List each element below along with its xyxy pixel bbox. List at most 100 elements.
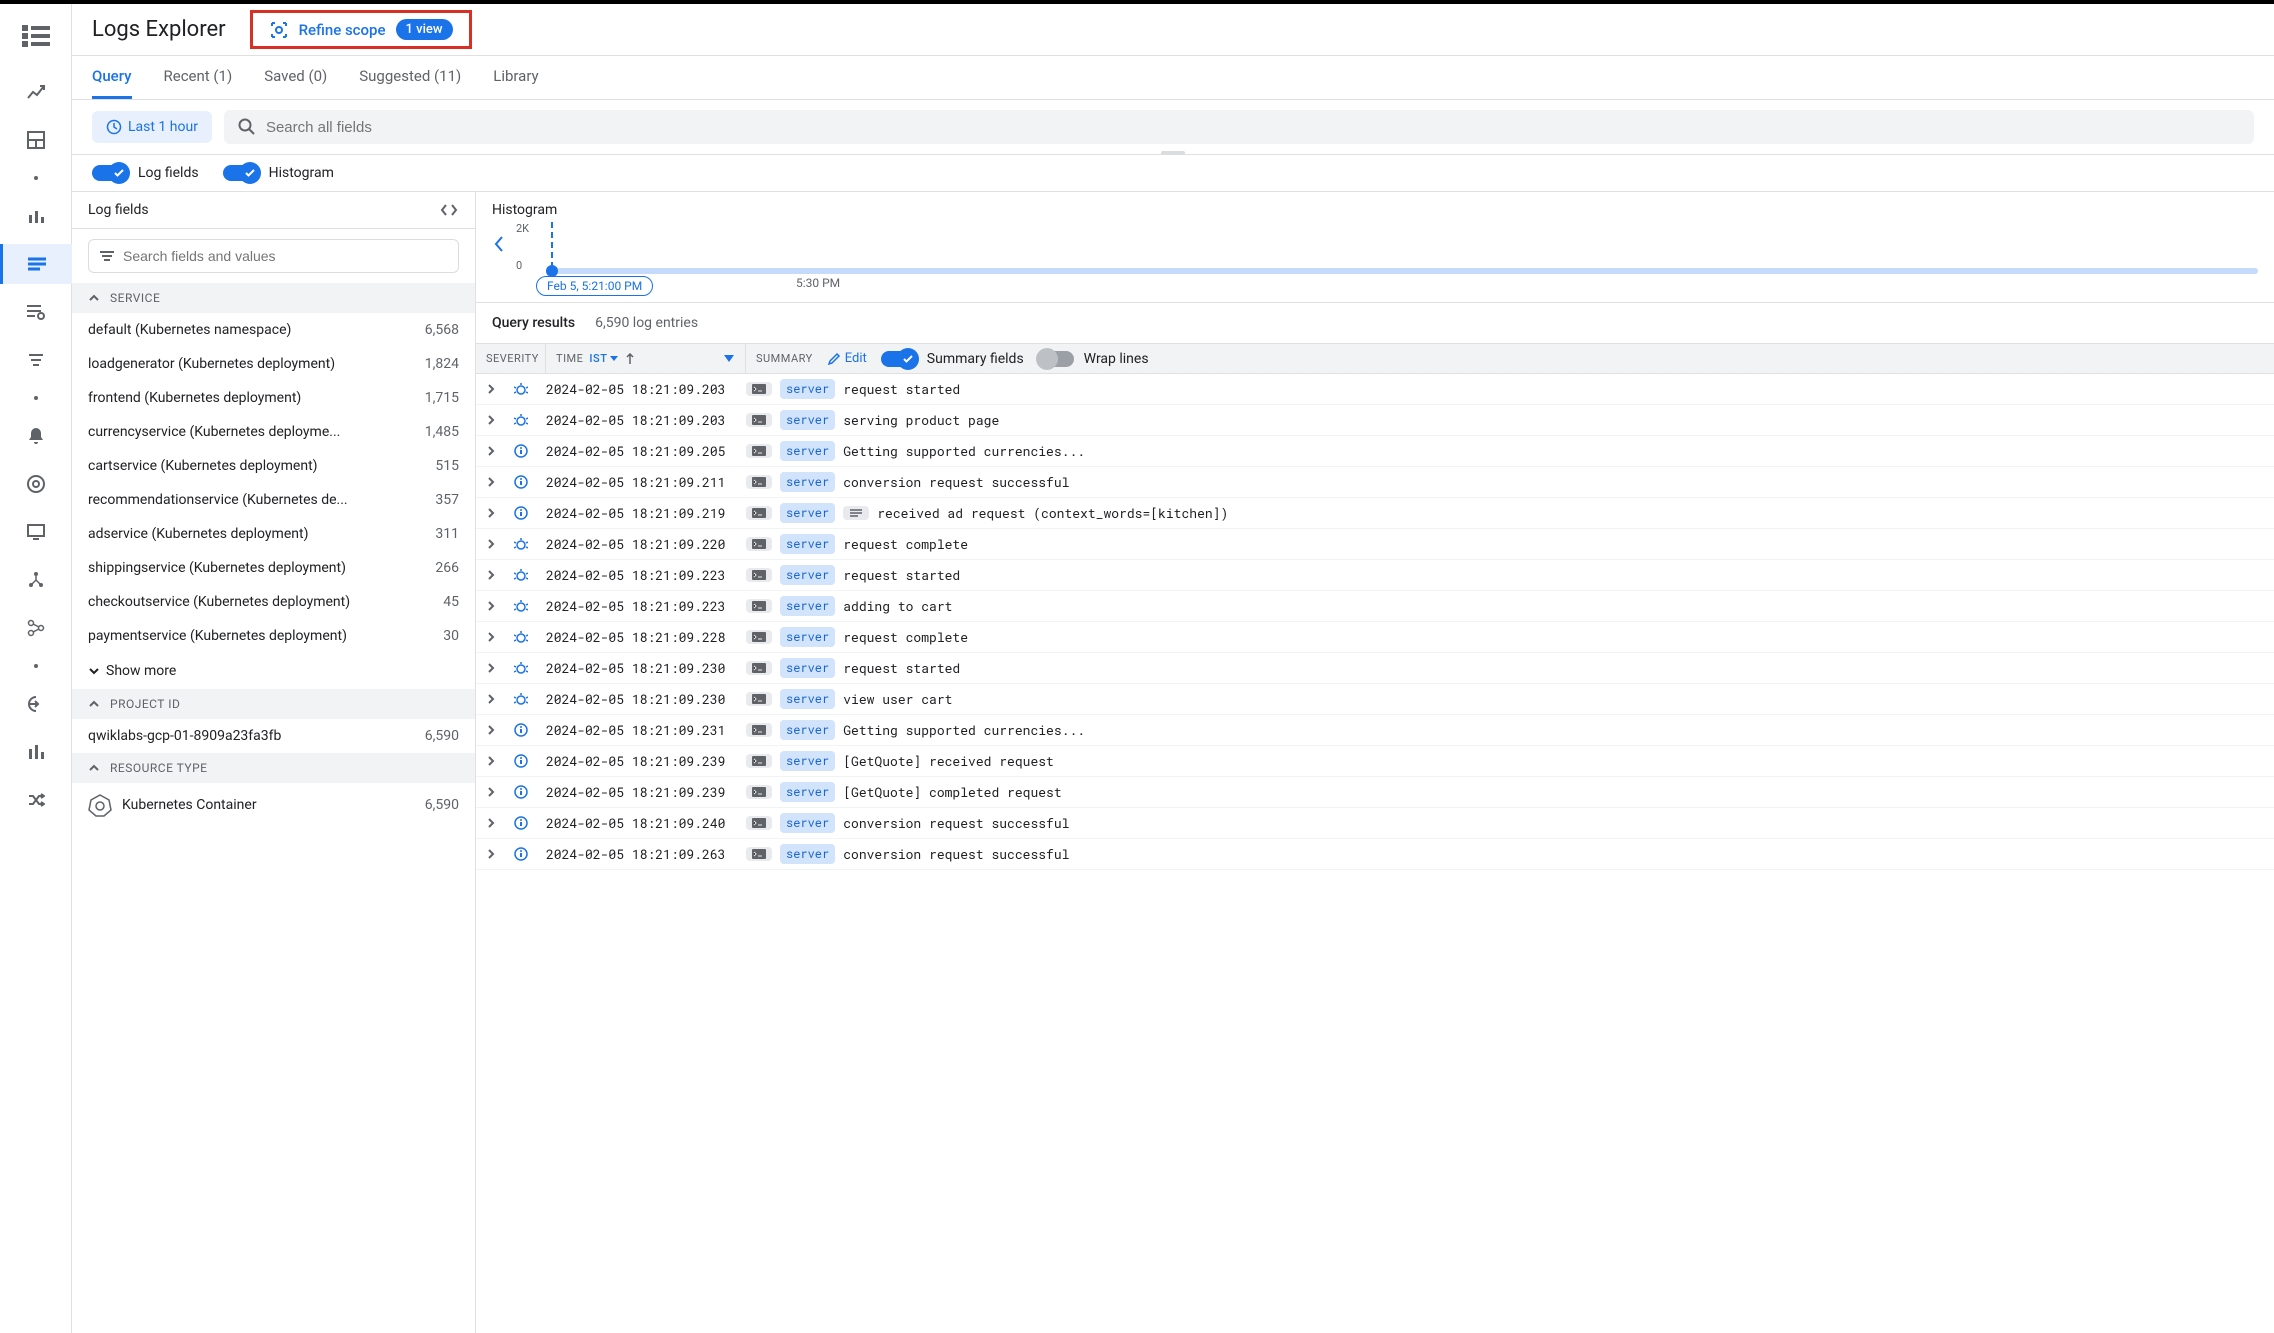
wrap-lines-toggle[interactable]: [1038, 351, 1074, 367]
field-row[interactable]: loadgenerator (Kubernetes deployment)1,8…: [72, 347, 475, 381]
col-severity[interactable]: SEVERITY: [476, 344, 546, 373]
rail-bars-icon[interactable]: [12, 196, 60, 236]
col-time[interactable]: TIME IST: [546, 344, 746, 373]
server-chip: server: [780, 782, 835, 802]
field-row[interactable]: frontend (Kubernetes deployment)1,715: [72, 381, 475, 415]
debug-icon: [514, 413, 528, 427]
wrap-lines-label: Wrap lines: [1084, 351, 1149, 367]
field-group-header[interactable]: RESOURCE TYPE: [72, 753, 475, 783]
rail-bars2-icon[interactable]: [12, 732, 60, 772]
tab-library[interactable]: Library: [493, 56, 538, 99]
log-row[interactable]: 2024-02-05 18:21:09.203serverrequest sta…: [476, 374, 2274, 405]
field-row[interactable]: currencyservice (Kubernetes deployme...1…: [72, 415, 475, 449]
rail-graph-icon[interactable]: [12, 608, 60, 648]
histogram-prev[interactable]: [492, 222, 506, 254]
expand-row-button[interactable]: [476, 842, 506, 866]
log-row[interactable]: 2024-02-05 18:21:09.219serverreceived ad…: [476, 498, 2274, 529]
expand-row-button[interactable]: [476, 687, 506, 711]
log-row[interactable]: 2024-02-05 18:21:09.228serverrequest com…: [476, 622, 2274, 653]
time-range-chip[interactable]: Last 1 hour: [92, 111, 212, 143]
histogram-chart[interactable]: 2K 0 Feb 5, 5:21:00 PM 5:30 PM: [516, 222, 2258, 292]
tab-query[interactable]: Query: [92, 56, 132, 99]
log-row[interactable]: 2024-02-05 18:21:09.240serverconversion …: [476, 808, 2274, 839]
expand-row-button[interactable]: [476, 408, 506, 432]
field-row[interactable]: paymentservice (Kubernetes deployment)30: [72, 619, 475, 653]
debug-icon: [514, 661, 528, 675]
log-row[interactable]: 2024-02-05 18:21:09.231serverGetting sup…: [476, 715, 2274, 746]
log-summary: serverconversion request successful: [736, 468, 2274, 496]
log-row[interactable]: 2024-02-05 18:21:09.230serverrequest sta…: [476, 653, 2274, 684]
expand-row-button[interactable]: [476, 439, 506, 463]
field-row[interactable]: qwiklabs-gcp-01-8909a23fa3fb6,590: [72, 719, 475, 753]
field-row[interactable]: shippingservice (Kubernetes deployment)2…: [72, 551, 475, 585]
rail-bell-icon[interactable]: [12, 416, 60, 456]
rail-target-icon[interactable]: [12, 464, 60, 504]
expand-row-button[interactable]: [476, 780, 506, 804]
debug-icon: [514, 568, 528, 582]
fields-search-box[interactable]: [88, 239, 459, 273]
list-icon: [849, 508, 863, 518]
log-row[interactable]: 2024-02-05 18:21:09.239server[GetQuote] …: [476, 746, 2274, 777]
sort-up-icon[interactable]: [625, 353, 635, 365]
rail-logs-icon[interactable]: [0, 244, 72, 284]
expand-row-button[interactable]: [476, 563, 506, 587]
tab-suggested[interactable]: Suggested (11): [359, 56, 461, 99]
terminal-icon: [752, 694, 766, 704]
expand-row-button[interactable]: [476, 594, 506, 618]
field-row[interactable]: recommendationservice (Kubernetes de...3…: [72, 483, 475, 517]
expand-row-button[interactable]: [476, 811, 506, 835]
show-more-button[interactable]: Show more: [72, 653, 475, 689]
log-row[interactable]: 2024-02-05 18:21:09.239server[GetQuote] …: [476, 777, 2274, 808]
rail-search-list-icon[interactable]: [12, 292, 60, 332]
expand-row-button[interactable]: [476, 625, 506, 649]
fields-search-input[interactable]: [123, 248, 448, 264]
field-row[interactable]: cartservice (Kubernetes deployment)515: [72, 449, 475, 483]
tab-recent[interactable]: Recent (1): [164, 56, 233, 99]
search-input[interactable]: [266, 119, 2240, 136]
rail-nodes-icon[interactable]: [12, 560, 60, 600]
log-row[interactable]: 2024-02-05 18:21:09.223serverrequest sta…: [476, 560, 2274, 591]
histogram-track[interactable]: [546, 268, 2258, 274]
field-row[interactable]: default (Kubernetes namespace)6,568: [72, 313, 475, 347]
search-box[interactable]: [224, 110, 2254, 144]
log-row[interactable]: 2024-02-05 18:21:09.203serverserving pro…: [476, 405, 2274, 436]
log-timestamp: 2024-02-05 18:21:09.203: [536, 405, 736, 435]
log-row[interactable]: 2024-02-05 18:21:09.230serverview user c…: [476, 684, 2274, 715]
terminal-chip: [746, 413, 772, 427]
expand-row-button[interactable]: [476, 532, 506, 556]
field-row[interactable]: Kubernetes Container6,590: [72, 783, 475, 827]
log-row[interactable]: 2024-02-05 18:21:09.223serveradding to c…: [476, 591, 2274, 622]
log-timestamp: 2024-02-05 18:21:09.223: [536, 560, 736, 590]
rail-dashboard-icon[interactable]: [12, 120, 60, 160]
time-column-menu[interactable]: [723, 354, 735, 364]
log-row[interactable]: 2024-02-05 18:21:09.263serverconversion …: [476, 839, 2274, 870]
expand-row-button[interactable]: [476, 377, 506, 401]
expand-row-button[interactable]: [476, 470, 506, 494]
tab-saved[interactable]: Saved (0): [264, 56, 327, 99]
log-row[interactable]: 2024-02-05 18:21:09.220serverrequest com…: [476, 529, 2274, 560]
refine-scope-button[interactable]: Refine scope 1 view: [250, 10, 472, 49]
drag-handle[interactable]: [1161, 151, 1185, 155]
menu-logo-icon[interactable]: [16, 16, 56, 56]
log-fields-toggle[interactable]: [92, 165, 128, 181]
fields-panel-nav[interactable]: [439, 203, 459, 217]
expand-row-button[interactable]: [476, 501, 506, 525]
edit-summary-button[interactable]: Edit: [827, 351, 867, 366]
rail-chart-icon[interactable]: [12, 72, 60, 112]
rail-filter-icon[interactable]: [12, 340, 60, 380]
log-row[interactable]: 2024-02-05 18:21:09.205serverGetting sup…: [476, 436, 2274, 467]
timezone-chip[interactable]: IST: [589, 352, 619, 365]
field-group-header[interactable]: PROJECT ID: [72, 689, 475, 719]
field-row[interactable]: adservice (Kubernetes deployment)311: [72, 517, 475, 551]
rail-shuffle-icon[interactable]: [12, 780, 60, 820]
histogram-toggle[interactable]: [223, 165, 259, 181]
expand-row-button[interactable]: [476, 656, 506, 680]
summary-fields-toggle[interactable]: [881, 351, 917, 367]
rail-import-icon[interactable]: [12, 684, 60, 724]
expand-row-button[interactable]: [476, 749, 506, 773]
expand-row-button[interactable]: [476, 718, 506, 742]
rail-monitor-icon[interactable]: [12, 512, 60, 552]
log-row[interactable]: 2024-02-05 18:21:09.211serverconversion …: [476, 467, 2274, 498]
field-row[interactable]: checkoutservice (Kubernetes deployment)4…: [72, 585, 475, 619]
field-group-header[interactable]: SERVICE: [72, 283, 475, 313]
